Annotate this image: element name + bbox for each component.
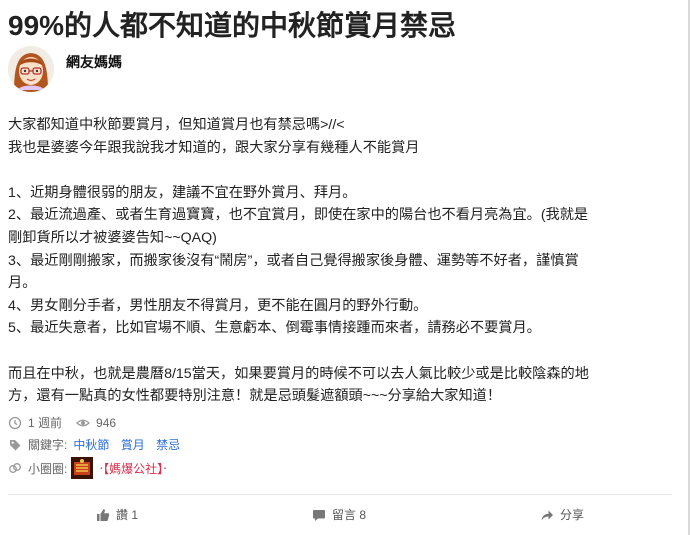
circle-label: 小圈圈:	[28, 461, 68, 476]
content-line: 5、最近失意者，比如官場不順、生意虧本、倒霉事情接踵而來者，請務必不要賞月。	[8, 320, 541, 337]
post-content: 大家都知道中秋節要賞月，但知道賞月也有禁忌嗎>//< 我也是婆婆今年跟我說我才知…	[8, 114, 676, 408]
content-line: 而且在中秋，也就是農曆8/15當天，如果要賞月的時候不可以去人氣比較少或是比較陰…	[8, 365, 589, 382]
content-line: 月。	[8, 275, 37, 292]
post-time: 1 週前	[28, 416, 63, 430]
keyword-link[interactable]: 中秋節	[73, 438, 109, 452]
post-title: 99%的人都不知道的中秋節賞月禁忌	[8, 10, 457, 41]
actions-divider	[8, 494, 672, 495]
views-group: 946	[76, 416, 116, 430]
avatar-illustration	[8, 46, 54, 92]
clock-icon	[8, 416, 22, 430]
eye-icon	[76, 416, 90, 430]
keyword-link[interactable]: 禁忌	[156, 438, 180, 452]
tag-icon	[8, 438, 22, 452]
comment-icon	[312, 508, 326, 522]
content-blank-line	[8, 159, 676, 182]
content-line: 我也是婆婆今年跟我說我才知道的，跟大家分享有幾種人不能賞月	[8, 139, 420, 156]
content-blank-line	[8, 340, 676, 363]
share-button[interactable]: 分享	[540, 506, 584, 523]
keywords-list: 中秋節 賞月 禁忌	[73, 436, 180, 453]
like-button[interactable]: 讚 1	[96, 506, 138, 523]
circle-link[interactable]: ‧【媽爆公社】‧	[99, 460, 167, 477]
content-line: 2、最近流過產、或者生育過寶寶，也不宜賞月，即使在家中的陽台也不看月亮為宜。(我…	[8, 207, 589, 224]
circle-thumbnail[interactable]	[71, 457, 94, 479]
comment-label: 留言 8	[332, 508, 367, 522]
content-line: 剛卸貨所以才被婆婆告知~~QAQ)	[8, 229, 217, 246]
link-icon	[8, 461, 22, 475]
share-label: 分享	[560, 508, 585, 522]
keywords-row: 關鍵字: 中秋節 賞月 禁忌	[8, 436, 180, 453]
post-actions: 讚 1 留言 8 分享	[0, 506, 690, 526]
post-stats: 1 週前 946	[8, 414, 116, 431]
thumbs-up-icon	[96, 508, 110, 522]
view-count: 946	[96, 415, 117, 430]
like-label: 讚 1	[116, 508, 139, 522]
content-line: 1、近期身體很弱的朋友，建議不宜在野外賞月、拜月。	[8, 184, 357, 201]
keyword-link[interactable]: 賞月	[121, 438, 145, 452]
share-arrow-icon	[540, 508, 554, 522]
content-line: 4、男女剛分手者，男性朋友不得賞月，更不能在圓月的野外行動。	[8, 297, 428, 314]
author-avatar[interactable]	[8, 46, 54, 92]
content-line: 大家都知道中秋節要賞月，但知道賞月也有禁忌嗎>//<	[8, 117, 345, 133]
content-line: 3、最近剛剛搬家，而搬家後沒有“鬧房”，或者自己覺得搬家後身體、運勢等不好者，謹…	[8, 252, 579, 269]
content-line: 方，還有一點真的女性都要特別注意！就是忌頭髮遮額頭~~~分享給大家知道！	[8, 388, 502, 405]
keywords-label: 關鍵字:	[28, 438, 68, 452]
circle-row: 小圈圈: ‧【媽爆公社】‧	[8, 457, 167, 479]
comment-button[interactable]: 留言 8	[312, 506, 366, 523]
author-name[interactable]: 網友媽媽	[66, 52, 122, 72]
